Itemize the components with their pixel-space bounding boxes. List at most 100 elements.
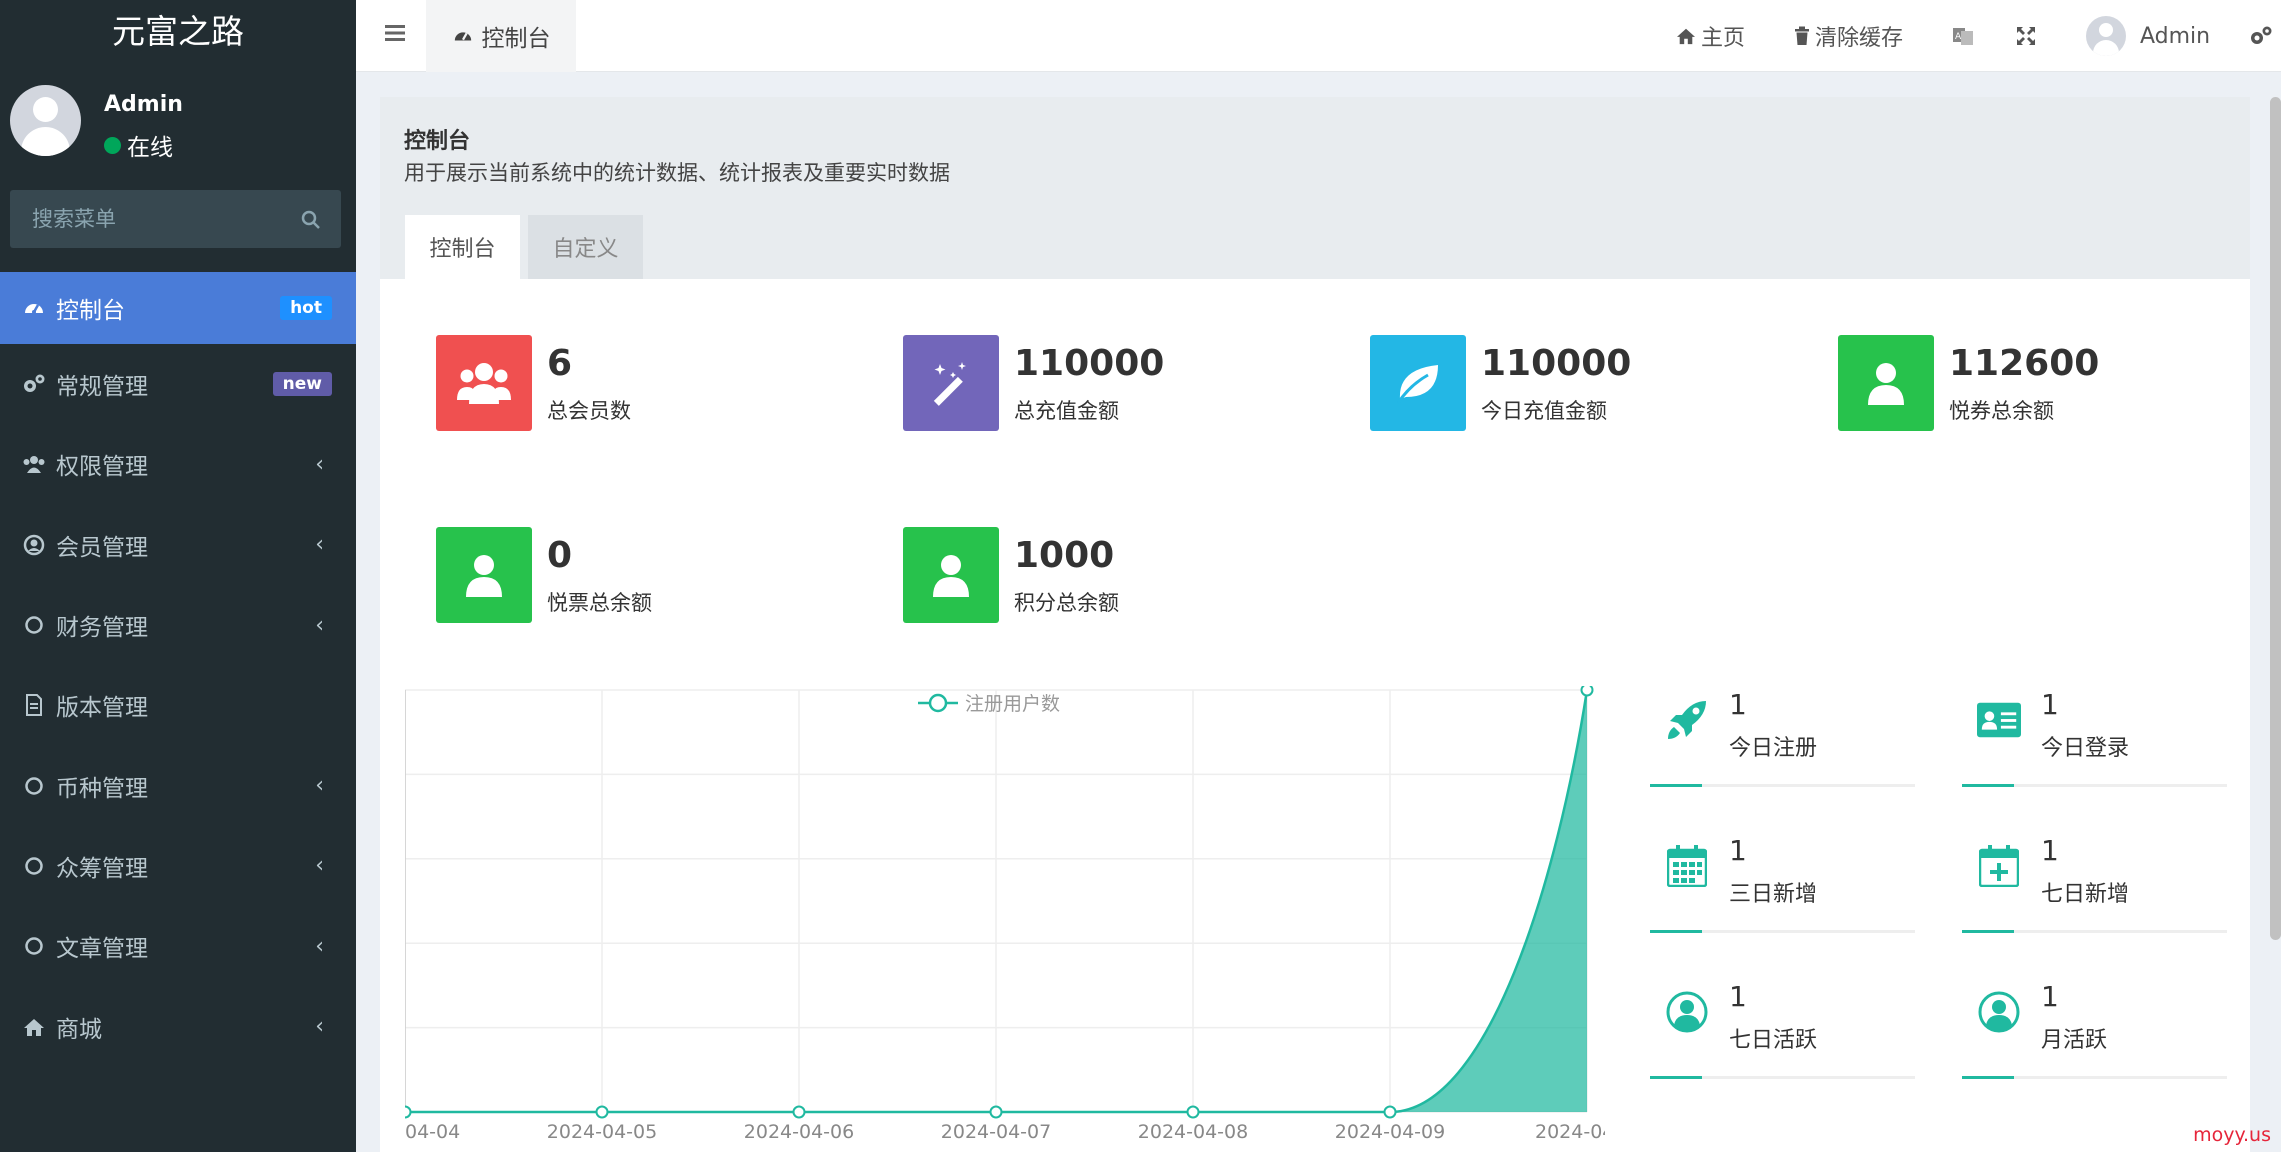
page-title: 控制台 bbox=[404, 129, 471, 154]
chevron-left-icon: ‹ bbox=[315, 853, 324, 879]
sidebar-item-crowdfunding[interactable]: 众筹管理 ‹ bbox=[0, 826, 356, 906]
user-circle-icon bbox=[1977, 990, 2021, 1034]
sidebar-item-label: 常规管理 bbox=[56, 374, 148, 401]
circle-icon bbox=[22, 934, 46, 958]
data-point bbox=[1383, 1105, 1397, 1119]
gears-icon bbox=[2251, 26, 2272, 44]
stat-label: 今日充值金额 bbox=[1481, 399, 1607, 423]
fullscreen-button[interactable] bbox=[2016, 0, 2041, 72]
sidebar-item-currency[interactable]: 币种管理 ‹ bbox=[0, 745, 356, 825]
sidebar-item-general[interactable]: 常规管理 new bbox=[0, 344, 356, 424]
tab-dashboard[interactable]: 控制台 bbox=[426, 0, 576, 72]
sidebar-item-label: 众筹管理 bbox=[56, 855, 148, 882]
stat-card-points-balance: 1000 积分总余额 bbox=[903, 527, 1303, 623]
clear-cache-button[interactable]: 清除缓存 bbox=[1794, 0, 1903, 72]
chevron-left-icon: ‹ bbox=[315, 612, 324, 638]
id-card-icon bbox=[1977, 698, 2021, 742]
file-icon bbox=[22, 693, 46, 717]
clear-cache-label: 清除缓存 bbox=[1815, 26, 1904, 51]
menu-search-input[interactable] bbox=[10, 190, 290, 248]
circle-icon bbox=[22, 854, 46, 878]
chevron-left-icon: ‹ bbox=[315, 451, 324, 477]
data-point bbox=[792, 1105, 806, 1119]
dashboard-icon bbox=[454, 32, 471, 41]
sidebar-item-label: 财务管理 bbox=[56, 615, 148, 642]
user-menu[interactable]: Admin bbox=[2086, 0, 2210, 72]
mini-stat-value: 1 bbox=[2041, 834, 2059, 867]
sidebar-item-finance[interactable]: 财务管理 ‹ bbox=[0, 585, 356, 665]
stat-label: 总会员数 bbox=[547, 399, 631, 423]
sidebar-item-shop[interactable]: 商城 ‹ bbox=[0, 986, 356, 1066]
online-dot-icon bbox=[104, 136, 121, 154]
tab-dashboard-view[interactable]: 控制台 bbox=[405, 215, 520, 279]
sidebar-item-label: 商城 bbox=[56, 1016, 102, 1043]
stat-label: 总充值金额 bbox=[1014, 399, 1119, 423]
mini-stat-value: 1 bbox=[2041, 688, 2059, 721]
menu-toggle-icon[interactable] bbox=[384, 22, 406, 44]
mini-stat-label: 七日活跃 bbox=[1729, 1028, 1818, 1053]
x-tick-label: 2024-04-05 bbox=[547, 1121, 657, 1143]
sidebar-item-dashboard[interactable]: 控制台 hot bbox=[0, 272, 356, 344]
menu-search bbox=[10, 190, 341, 248]
stat-label: 悦票总余额 bbox=[547, 591, 652, 615]
user-status: 在线 bbox=[104, 128, 173, 162]
x-tick-label: 2024-04-06 bbox=[744, 1121, 854, 1143]
user-menu-label: Admin bbox=[2140, 23, 2211, 49]
circle-icon bbox=[22, 613, 46, 637]
sidebar-item-label: 文章管理 bbox=[56, 936, 148, 963]
svg-text:A: A bbox=[1955, 32, 1962, 42]
sidebar-item-versions[interactable]: 版本管理 bbox=[0, 665, 356, 745]
page-scrollbar[interactable] bbox=[2270, 97, 2281, 940]
chevron-left-icon: ‹ bbox=[315, 1014, 324, 1040]
chevron-left-icon: ‹ bbox=[315, 773, 324, 799]
stat-value: 0 bbox=[547, 535, 573, 576]
sidebar-item-members[interactable]: 会员管理 ‹ bbox=[0, 505, 356, 585]
user-icon bbox=[1838, 335, 1934, 431]
registration-chart-svg: 04-04 2024-04-05 2024-04-06 2024-04-07 2024-… bbox=[398, 683, 1614, 1143]
x-tick-label: 04-04 bbox=[405, 1121, 460, 1143]
user-circle-icon bbox=[22, 533, 46, 557]
avatar bbox=[10, 85, 81, 156]
sidebar-item-articles[interactable]: 文章管理 ‹ bbox=[0, 906, 356, 986]
stat-value: 110000 bbox=[1014, 343, 1165, 384]
sidebar-item-label: 版本管理 bbox=[56, 695, 148, 722]
circle-icon bbox=[22, 774, 46, 798]
data-point bbox=[595, 1105, 609, 1119]
mini-stat-today-login: 1 今日登录 bbox=[1962, 686, 2227, 796]
stat-value: 1000 bbox=[1014, 535, 1115, 576]
top-navbar: 控制台 主页 清除缓存 A Admin bbox=[356, 0, 2281, 72]
tab-custom-view[interactable]: 自定义 bbox=[528, 215, 643, 279]
x-tick-label: 2024-04-08 bbox=[1138, 1121, 1248, 1143]
dashboard-icon bbox=[22, 296, 46, 320]
users-icon bbox=[22, 452, 46, 476]
mini-stat-label: 今日注册 bbox=[1729, 736, 1818, 761]
hot-badge: hot bbox=[280, 296, 332, 320]
home-link[interactable]: 主页 bbox=[1676, 0, 1745, 72]
mini-stat-label: 今日登录 bbox=[2041, 736, 2130, 761]
sidebar-item-permissions[interactable]: 权限管理 ‹ bbox=[0, 424, 356, 504]
search-icon[interactable] bbox=[301, 210, 321, 230]
watermark: moyy.us bbox=[2193, 1124, 2271, 1146]
settings-button[interactable] bbox=[2249, 0, 2278, 72]
data-point bbox=[1186, 1105, 1200, 1119]
stat-card-ticket-balance: 0 悦票总余额 bbox=[436, 527, 836, 623]
leaf-icon bbox=[1370, 335, 1466, 431]
mini-stat-value: 1 bbox=[1729, 688, 1747, 721]
trash-icon bbox=[1795, 26, 1809, 45]
x-tick-label: 2024-04-09 bbox=[1335, 1121, 1445, 1143]
stat-card-total-members: 6 总会员数 bbox=[436, 335, 836, 431]
language-button[interactable]: A bbox=[1952, 0, 1979, 72]
sidebar-item-label: 控制台 bbox=[56, 298, 125, 324]
stat-card-total-recharge: 110000 总充值金额 bbox=[903, 335, 1303, 431]
chevron-left-icon: ‹ bbox=[315, 933, 324, 959]
avatar bbox=[2086, 16, 2126, 56]
gears-icon bbox=[22, 372, 46, 396]
users-icon bbox=[436, 335, 532, 431]
legend-marker bbox=[928, 693, 948, 713]
home-icon bbox=[22, 1015, 46, 1039]
sidebar-item-label: 权限管理 bbox=[56, 454, 148, 481]
calendar-icon bbox=[1665, 844, 1709, 888]
stat-value: 110000 bbox=[1481, 343, 1632, 384]
mini-stat-today-register: 1 今日注册 bbox=[1650, 686, 1915, 796]
stat-card-today-recharge: 110000 今日充值金额 bbox=[1370, 335, 1770, 431]
